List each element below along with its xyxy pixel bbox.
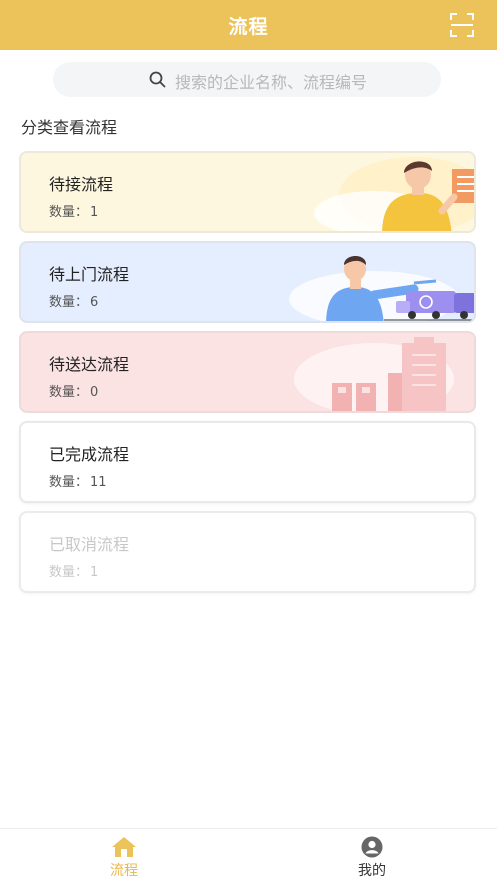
count-label: 数量： — [49, 565, 89, 580]
person-recycle-truck-illustration-icon — [289, 256, 474, 321]
card-count: 数量： 6 — [49, 291, 98, 310]
tab-label: 我的 — [358, 863, 386, 879]
card-title: 待送达流程 — [49, 355, 130, 374]
page-title: 流程 — [228, 16, 269, 38]
bottom-tab-bar: 流程 我的 — [0, 828, 497, 884]
count-value: 1 — [90, 565, 99, 580]
count-label: 数量： — [49, 295, 89, 310]
tab-process[interactable]: 流程 — [0, 829, 248, 884]
count-value: 6 — [90, 295, 99, 310]
header-bar: 流程 — [0, 0, 497, 50]
count-value: 0 — [90, 385, 99, 400]
scan-button[interactable] — [449, 12, 475, 38]
tab-label: 流程 — [110, 863, 138, 879]
count-label: 数量： — [49, 385, 89, 400]
card-pending-accept[interactable]: 待接流程 数量： 1 — [19, 151, 476, 233]
card-pending-visit[interactable]: 待上门流程 数量： 6 — [19, 241, 476, 323]
count-value: 11 — [90, 475, 107, 490]
user-icon — [361, 836, 383, 858]
search-placeholder: 搜索的企业名称、流程编号 — [175, 73, 368, 92]
card-count: 数量： 11 — [49, 471, 107, 490]
card-title: 待上门流程 — [49, 265, 130, 284]
section-title: 分类查看流程 — [21, 118, 118, 137]
count-label: 数量： — [49, 205, 89, 220]
card-title: 已完成流程 — [49, 445, 130, 464]
packages-building-illustration-icon — [294, 337, 454, 411]
card-completed[interactable]: 已完成流程 数量： 11 — [19, 421, 476, 503]
card-count: 数量： 1 — [49, 201, 98, 220]
person-document-illustration-icon — [314, 157, 474, 231]
home-icon — [112, 837, 136, 857]
scan-icon — [450, 13, 474, 37]
card-count: 数量： 0 — [49, 381, 98, 400]
card-pending-delivery[interactable]: 待送达流程 数量： 0 — [19, 331, 476, 413]
search-input[interactable]: 搜索的企业名称、流程编号 — [53, 62, 441, 97]
card-title: 待接流程 — [49, 175, 114, 194]
count-value: 1 — [90, 205, 99, 220]
count-label: 数量： — [49, 475, 89, 490]
card-cancelled[interactable]: 已取消流程 数量： 1 — [19, 511, 476, 593]
tab-mine[interactable]: 我的 — [248, 829, 496, 884]
search-icon — [149, 71, 166, 88]
card-count: 数量： 1 — [49, 561, 98, 580]
card-title: 已取消流程 — [49, 535, 130, 554]
